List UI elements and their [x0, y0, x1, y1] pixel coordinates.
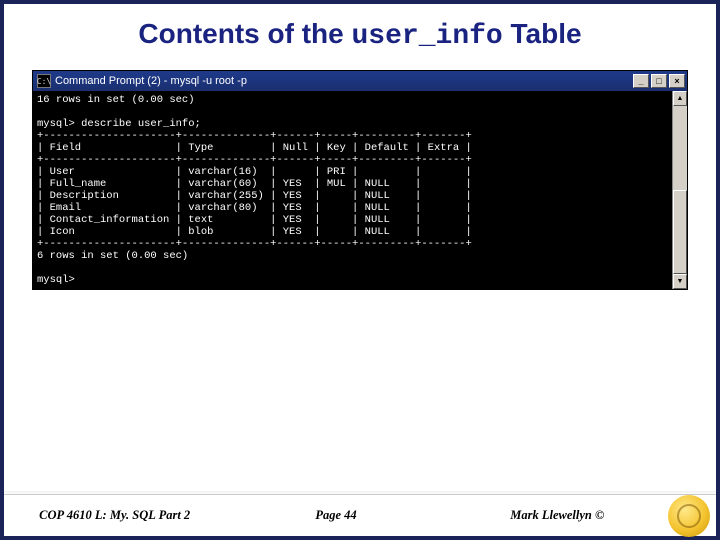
footer-center: Page 44 [225, 508, 446, 523]
minimize-button[interactable]: _ [633, 74, 649, 88]
cmd-icon: C:\ [37, 74, 51, 88]
title-suffix: Table [503, 18, 582, 49]
scroll-down-button[interactable]: ▼ [673, 274, 687, 289]
terminal-window: C:\ Command Prompt (2) - mysql -u root -… [32, 70, 688, 290]
footer-right: Mark Llewellyn © [447, 508, 668, 523]
footer-left: COP 4610 L: My. SQL Part 2 [4, 508, 225, 523]
close-button[interactable]: × [669, 74, 685, 88]
slide-title: Contents of the user_info Table [4, 4, 716, 62]
scrollbar[interactable]: ▲ ▼ [672, 91, 687, 289]
scroll-thumb[interactable] [673, 190, 687, 274]
window-controls: _ □ × [633, 74, 685, 88]
terminal-title-text: Command Prompt (2) - mysql -u root -p [55, 75, 633, 87]
title-mono: user_info [352, 21, 503, 52]
title-prefix: Contents of the [138, 18, 351, 49]
terminal-titlebar: C:\ Command Prompt (2) - mysql -u root -… [33, 71, 687, 91]
ucf-logo-icon [668, 495, 710, 537]
maximize-button[interactable]: □ [651, 74, 667, 88]
scroll-track[interactable] [673, 106, 687, 274]
scroll-up-button[interactable]: ▲ [673, 91, 687, 106]
slide-footer: COP 4610 L: My. SQL Part 2 Page 44 Mark … [4, 494, 716, 536]
terminal-body: 16 rows in set (0.00 sec) mysql> describ… [33, 91, 672, 289]
